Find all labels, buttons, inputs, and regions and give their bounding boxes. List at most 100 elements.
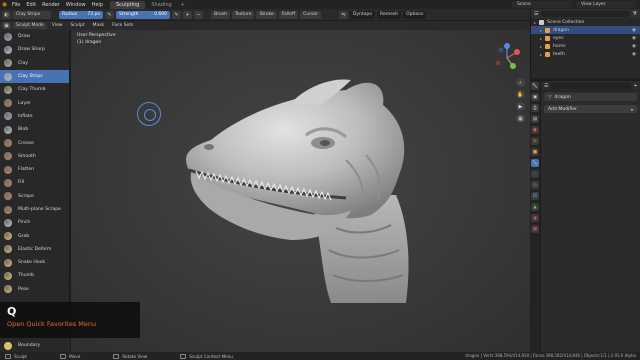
properties-editor-icon[interactable]: ☰ bbox=[544, 83, 548, 89]
add-modifier-button[interactable]: Add Modifier ▾ bbox=[544, 105, 637, 113]
dragon-sculpt-model[interactable] bbox=[171, 65, 481, 305]
render-tab-icon[interactable]: ▣ bbox=[531, 93, 539, 101]
outliner-row[interactable]: ▸ eyes ◉ bbox=[531, 34, 640, 42]
menu-help[interactable]: Help bbox=[89, 2, 106, 8]
tool-item-draw-sharp[interactable]: Draw Sharp bbox=[0, 43, 69, 56]
tool-item-thumb[interactable]: Thumb bbox=[0, 269, 69, 282]
menu-sculpt[interactable]: Sculpt bbox=[67, 23, 87, 28]
view-layer-tab-icon[interactable]: ▤ bbox=[531, 115, 539, 123]
visibility-eye-icon[interactable]: ◉ bbox=[631, 52, 637, 57]
direction-subtract-icon[interactable]: − bbox=[194, 10, 203, 19]
workspace-tab-shading[interactable]: Shading bbox=[145, 1, 177, 9]
dyntopo-toggle[interactable]: Dyntopo bbox=[349, 10, 376, 19]
menu-face-sets[interactable]: Face Sets bbox=[109, 23, 136, 28]
zoom-icon[interactable]: ⌕ bbox=[516, 78, 525, 87]
tool-item-grab[interactable]: Grab bbox=[0, 229, 69, 242]
direction-add-icon[interactable]: + bbox=[183, 10, 192, 19]
material-tab-icon[interactable]: ◕ bbox=[531, 214, 539, 222]
pan-hand-icon[interactable]: ✋ bbox=[516, 90, 525, 99]
texture-menu[interactable]: Texture bbox=[232, 10, 255, 19]
menu-mask[interactable]: Mask bbox=[90, 23, 108, 28]
radius-field[interactable]: Radius 73 px bbox=[59, 10, 103, 19]
falloff-menu[interactable]: Falloff bbox=[278, 10, 299, 19]
scene-tab-icon[interactable]: ● bbox=[531, 126, 539, 134]
outliner-editor-icon[interactable]: ☰ bbox=[534, 11, 538, 17]
tool-item-boundary[interactable]: Boundary bbox=[0, 339, 70, 352]
tool-icon bbox=[4, 205, 12, 214]
outliner-search-input[interactable] bbox=[541, 10, 630, 17]
object-tab-icon[interactable]: ■ bbox=[531, 148, 539, 156]
pressure-radius-icon[interactable]: ✎ bbox=[105, 10, 114, 19]
constraints-tab-icon[interactable]: ⛓ bbox=[531, 192, 539, 200]
tool-item-blob[interactable]: Blob bbox=[0, 123, 69, 136]
tool-item-layer[interactable]: Layer bbox=[0, 96, 69, 109]
options-menu[interactable]: Options bbox=[403, 10, 427, 19]
menu-view[interactable]: View bbox=[49, 23, 66, 28]
outliner-row[interactable]: ▸ teeth ◉ bbox=[531, 50, 640, 58]
visibility-eye-icon[interactable]: ◉ bbox=[631, 28, 637, 33]
physics-tab-icon[interactable]: ◎ bbox=[531, 181, 539, 189]
brush-menu[interactable]: Brush bbox=[211, 10, 230, 19]
tool-item-flatten[interactable]: Flatten bbox=[0, 163, 69, 176]
blender-logo-icon[interactable]: ◉ bbox=[0, 0, 9, 9]
ortho-grid-icon[interactable]: ▦ bbox=[516, 114, 525, 123]
world-tab-icon[interactable]: ◍ bbox=[531, 137, 539, 145]
filter-icon[interactable]: ⧩ bbox=[633, 11, 637, 17]
strength-field[interactable]: Strength 0.600 bbox=[116, 10, 170, 19]
menu-window[interactable]: Window bbox=[63, 2, 89, 8]
tool-tab-icon[interactable]: 🔧 bbox=[531, 82, 539, 90]
outliner-row[interactable]: ▸ dragon ◉ bbox=[531, 26, 640, 34]
tool-item-smooth[interactable]: Smooth bbox=[0, 150, 69, 163]
brush-icon[interactable]: ◐ bbox=[2, 10, 11, 19]
tool-item-pose[interactable]: Pose bbox=[0, 283, 69, 296]
tool-item-snake-hook[interactable]: Snake Hook bbox=[0, 256, 69, 269]
output-tab-icon[interactable]: ⎙ bbox=[531, 104, 539, 112]
editor-type-icon[interactable]: ▣ bbox=[2, 22, 11, 29]
menu-edit[interactable]: Edit bbox=[23, 2, 39, 8]
object-name-field[interactable]: ▽ dragon bbox=[544, 93, 637, 101]
tool-item-draw[interactable]: Draw bbox=[0, 30, 69, 43]
tool-item-fill[interactable]: Fill bbox=[0, 176, 69, 189]
tool-icon bbox=[4, 85, 12, 94]
menu-render[interactable]: Render bbox=[39, 2, 63, 8]
mesh-object-icon bbox=[545, 51, 550, 57]
scene-selector[interactable]: Scene bbox=[512, 1, 572, 8]
tool-icon bbox=[4, 112, 12, 121]
properties-search-input[interactable] bbox=[551, 82, 632, 89]
symmetry-icon[interactable]: ⇋ bbox=[338, 10, 348, 19]
modifier-tab-icon[interactable]: 🔧 bbox=[531, 159, 539, 167]
cursor-menu[interactable]: Cursor bbox=[300, 10, 321, 19]
strength-value: 0.600 bbox=[154, 11, 167, 17]
tool-item-multi-plane-scrape[interactable]: Multi-plane Scrape bbox=[0, 203, 69, 216]
visibility-eye-icon[interactable]: ◉ bbox=[631, 44, 637, 49]
tool-item-elastic-deform[interactable]: Elastic Deform bbox=[0, 243, 69, 256]
tool-item-scrape[interactable]: Scrape bbox=[0, 190, 69, 203]
camera-view-icon[interactable]: ▶ bbox=[516, 102, 525, 111]
navigation-gizmo[interactable] bbox=[491, 42, 523, 74]
scene-statistics: dragon | Verts:398,594/414,930 | Faces:3… bbox=[465, 353, 636, 358]
view-layer-selector[interactable]: View Layer bbox=[576, 1, 636, 8]
tool-item-inflate[interactable]: Inflate bbox=[0, 110, 69, 123]
add-workspace-icon[interactable]: + bbox=[178, 2, 188, 8]
tool-item-clay-strips[interactable]: Clay Strips bbox=[0, 69, 69, 84]
visibility-eye-icon[interactable]: ◉ bbox=[631, 36, 637, 41]
particles-tab-icon[interactable]: ∴ bbox=[531, 170, 539, 178]
tool-item-pinch[interactable]: Pinch bbox=[0, 216, 69, 229]
tool-label: Scrape bbox=[18, 193, 34, 199]
pressure-strength-icon[interactable]: ✎ bbox=[172, 10, 181, 19]
workspace-tab-sculpting[interactable]: Sculpting bbox=[110, 0, 146, 9]
tool-item-crease[interactable]: Crease bbox=[0, 136, 69, 149]
pin-icon[interactable]: ⌖ bbox=[634, 83, 637, 89]
mode-selector[interactable]: Sculpt Mode bbox=[13, 22, 47, 29]
remesh-menu[interactable]: Remesh bbox=[377, 10, 402, 19]
outliner-row[interactable]: ▸ Scene Collection bbox=[531, 18, 640, 26]
stroke-menu[interactable]: Stroke bbox=[256, 10, 277, 19]
outliner-row-label: Scene Collection bbox=[547, 19, 585, 25]
data-tab-icon[interactable]: ▲ bbox=[531, 203, 539, 211]
active-brush-selector[interactable]: Clay Strips bbox=[13, 10, 51, 19]
tool-item-clay[interactable]: Clay bbox=[0, 57, 69, 70]
menu-file[interactable]: File bbox=[9, 2, 23, 8]
tool-item-clay-thumb[interactable]: Clay Thumb bbox=[0, 83, 69, 96]
outliner-row[interactable]: ▸ horns ◉ bbox=[531, 42, 640, 50]
texture-tab-icon[interactable]: ▩ bbox=[531, 225, 539, 233]
